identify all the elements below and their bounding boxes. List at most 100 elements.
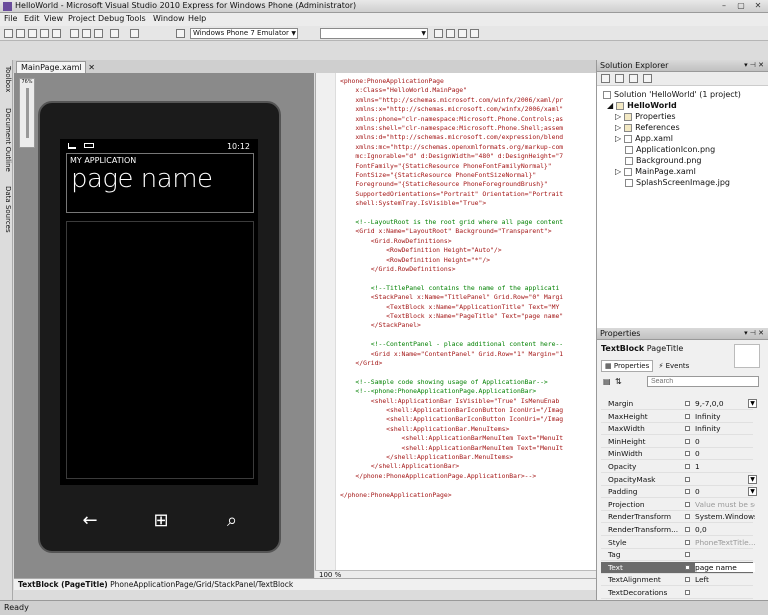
expand-icon[interactable]: ▷ [615,134,621,143]
code-line[interactable]: <StackPanel x:Name="TitlePanel" Grid.Row… [340,293,563,302]
code-line[interactable]: <shell:ApplicationBarIconButton IconUri=… [340,406,563,415]
property-marker-icon[interactable] [685,438,690,444]
code-line[interactable]: <phone:PhoneApplicationPage [340,77,444,86]
toolbox-tab[interactable]: Toolbox [2,66,12,92]
property-value[interactable]: page name [695,562,755,572]
code-line[interactable]: <!--ContentPanel - place additional cont… [340,340,563,349]
property-row[interactable]: OpacityMask ▼ [601,474,757,486]
property-row[interactable]: MaxHeight Infinity [601,411,753,423]
properties-icon[interactable] [601,74,610,83]
chevron-down-icon[interactable]: ▼ [748,474,757,484]
code-line[interactable]: <!--TitlePanel contains the name of the … [340,284,560,293]
zoom-slider[interactable]: 76% [19,78,35,148]
chevron-down-icon[interactable]: ▼ [748,487,757,497]
code-line[interactable]: <RowDefinition Height="Auto"/> [340,246,501,255]
property-row[interactable]: Projection Value must be set [601,499,755,511]
collapse-icon[interactable]: ◢ [607,101,613,110]
add-item-icon[interactable] [16,29,25,38]
property-marker-icon[interactable] [685,413,690,419]
property-marker-icon[interactable] [685,539,690,545]
toolbox-icon[interactable] [470,29,479,38]
property-value[interactable]: 0,0 [695,525,755,534]
code-line[interactable]: <shell:ApplicationBarMenuItem Text="Menu… [340,444,564,453]
property-value[interactable]: Left [695,575,755,584]
start-debugging-icon[interactable] [176,29,185,38]
property-value[interactable]: 0 [695,449,755,458]
document-outline-tab[interactable]: Document Outline [2,108,12,172]
expand-icon[interactable]: ▷ [615,167,621,176]
pin-icon[interactable]: ▾ ⊣ ✕ [744,329,764,337]
paste-icon[interactable] [94,29,103,38]
property-marker-icon[interactable] [685,577,690,583]
categorized-view-icon[interactable]: ▤ [603,377,611,386]
property-marker-icon[interactable] [685,552,690,558]
expand-icon[interactable]: ▷ [615,123,621,132]
menu-tools[interactable]: Tools [126,14,146,23]
save-all-icon[interactable] [52,29,61,38]
property-row[interactable]: Style PhoneTextTitle... [601,537,755,549]
phone-screen[interactable]: 10:12 MY APPLICATION page name [60,139,258,485]
code-line[interactable]: xmlns:x="http://schemas.microsoft.com/wi… [340,105,563,114]
code-line[interactable]: </shell:ApplicationBar> [340,462,460,471]
property-row[interactable]: MaxWidth Infinity [601,423,753,436]
find-icon[interactable] [434,29,443,38]
property-row[interactable]: Padding 0 ▼ [601,486,757,499]
zoom-track[interactable] [25,88,29,138]
code-line[interactable]: </phone:PhoneApplicationPage.Application… [340,472,536,481]
code-line[interactable]: FontSize="{StaticResource PhoneFontSizeN… [340,171,536,180]
property-marker-icon[interactable] [685,451,690,457]
view-designer-icon[interactable] [643,74,652,83]
property-row[interactable]: TextAlignment Left [601,574,755,587]
property-value[interactable]: Value must be set [695,500,755,509]
tree-item-properties[interactable]: ▷ Properties [615,111,676,122]
property-value[interactable]: 0 [695,437,755,446]
property-marker-icon[interactable] [685,401,690,406]
solution-config-select[interactable]: ▼ [320,28,428,39]
property-marker-icon[interactable] [685,527,690,532]
code-line[interactable]: </Grid.RowDefinitions> [340,265,456,274]
tree-item-solution[interactable]: Solution 'HelloWorld' (1 project) [603,89,741,100]
code-line[interactable]: <shell:ApplicationBarIconButton IconUri=… [340,415,563,424]
content-panel[interactable] [66,221,254,479]
code-line[interactable]: </phone:PhoneApplicationPage> [340,491,452,500]
code-line[interactable]: <!--LayoutRoot is the root grid where al… [340,218,563,227]
property-row[interactable]: Text page name [601,561,755,574]
page-title[interactable]: page name [71,164,213,194]
data-sources-tab[interactable]: Data Sources [2,186,12,233]
menu-view[interactable]: View [44,14,63,23]
property-value[interactable]: 0 [695,487,755,496]
new-project-icon[interactable] [4,29,13,38]
sort-alpha-icon[interactable]: ⇅ [615,377,622,386]
code-line[interactable]: <Grid x:Name="ContentPanel" Grid.Row="1"… [340,350,563,359]
open-icon[interactable] [28,29,37,38]
pin-icon[interactable]: ▾ ⊣ ✕ [744,61,764,69]
code-line[interactable]: <TextBlock x:Name="ApplicationTitle" Tex… [340,303,559,312]
code-line[interactable]: xmlns:mc="http://schemas.openxmlformats.… [340,143,563,152]
save-icon[interactable] [40,29,49,38]
code-line[interactable]: FontFamily="{StaticResource PhoneFontFam… [340,162,551,171]
property-row[interactable]: Tag [601,549,753,562]
tree-item-references[interactable]: ▷ References [615,122,680,133]
code-line[interactable]: x:Class="HelloWorld.MainPage" [340,86,467,95]
property-row[interactable]: RenderTransform... 0,0 [601,524,753,536]
solution-explorer-icon[interactable] [446,29,455,38]
tree-item-background[interactable]: Background.png [625,155,702,166]
breadcrumb-element[interactable]: TextBlock (PageTitle) [18,580,108,589]
code-line[interactable]: <RowDefinition Height="*"/> [340,256,490,265]
property-row[interactable]: Margin 9,-7,0,0 ▼ [601,398,757,410]
property-value[interactable]: 9,-7,0,0 [695,399,755,408]
property-row[interactable]: RenderTransform System.Windows [601,511,755,524]
back-arrow-icon[interactable]: ← [62,499,118,545]
properties-icon[interactable] [458,29,467,38]
minimize-button[interactable]: – [716,1,732,11]
code-line[interactable]: Foreground="{StaticResource PhoneForegro… [340,180,547,189]
property-row[interactable]: MinHeight 0 [601,436,753,448]
search-icon[interactable]: ⌕ [204,499,260,545]
title-panel[interactable]: MY APPLICATION page name [66,153,254,213]
code-line[interactable]: <shell:ApplicationBarMenuItem Text="Menu… [340,434,564,443]
code-line[interactable]: <TextBlock x:Name="PageTitle" Text="page… [340,312,563,321]
deployment-target-select[interactable]: Windows Phone 7 Emulator ▼ [190,28,298,39]
property-marker-icon[interactable] [685,514,690,520]
property-value[interactable]: Infinity [695,412,755,421]
tab-mainpage-xaml[interactable]: MainPage.xaml ✕ [16,61,95,73]
